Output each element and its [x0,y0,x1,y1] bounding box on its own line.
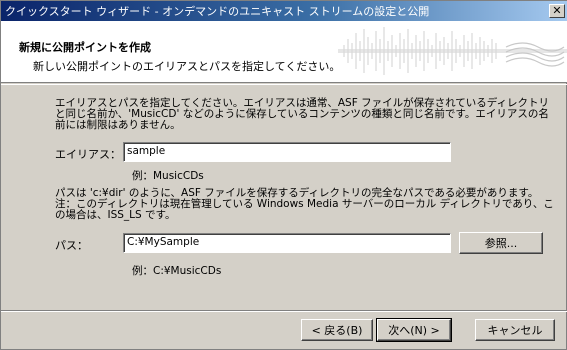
wizard-header: 新規に公開ポイントを作成 新しい公開ポイントのエイリアスとパスを指定してください… [1,21,567,83]
path-example: 例：C:¥MusicCDs [132,265,222,277]
path-description: パスは 'c:¥dir' のように、ASF ファイルを保存するディレクトリの完全… [55,187,554,221]
path-input[interactable]: C:¥MySample [123,233,451,253]
wizard-dialog: クイックスタート ウィザード - オンデマンドのユニキャスト ストリームの設定と… [0,0,567,350]
next-button[interactable]: 次へ(N) > [376,318,452,342]
page-subtitle: 新しい公開ポイントのエイリアスとパスを指定してください。 [33,60,341,73]
window-title: クイックスタート ウィザード - オンデマンドのユニキャスト ストリームの設定と… [5,5,430,18]
alias-description: エイリアスとパスを指定してください。エイリアスは通常、ASF ファイルが保存され… [55,97,550,131]
header-divider [1,84,567,85]
footer-divider [1,310,567,312]
page-title: 新規に公開ポイントを作成 [19,41,151,54]
waveform-banner-icon [338,27,567,75]
cancel-button[interactable]: キャンセル [475,319,555,341]
close-button[interactable]: ✕ [549,4,565,18]
title-bar[interactable]: クイックスタート ウィザード - オンデマンドのユニキャスト ストリームの設定と… [1,1,567,21]
alias-label: エイリアス： [55,148,121,161]
back-button[interactable]: < 戻る(B) [301,319,373,341]
alias-example: 例：MusicCDs [132,170,204,182]
close-icon: ✕ [552,4,562,17]
browse-button[interactable]: 参照... [459,232,543,254]
path-label: パス： [55,239,88,252]
alias-input[interactable]: sample [123,142,451,162]
